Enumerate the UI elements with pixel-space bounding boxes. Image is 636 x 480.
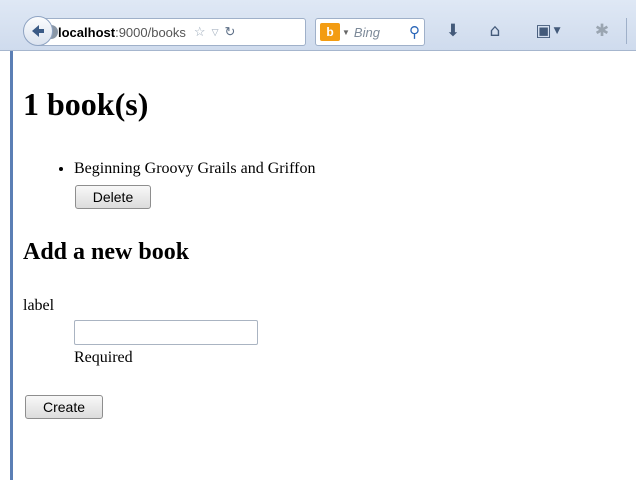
back-button[interactable] (23, 16, 53, 46)
bookmarks-menu-icon[interactable]: ▣ ▼ (528, 20, 568, 42)
create-button[interactable]: Create (25, 395, 103, 419)
url-host: localhost (58, 24, 116, 40)
list-item: Beginning Groovy Grails and Griffon (74, 158, 315, 180)
required-hint: Required (74, 349, 133, 366)
toolbar-separator (626, 18, 627, 44)
window-left-border (10, 0, 13, 480)
book-title: Beginning Groovy Grails and Griffon (74, 160, 316, 177)
search-box[interactable]: b ▼ Bing ⚲ (315, 18, 425, 46)
addon-icon[interactable]: ✱ (590, 20, 614, 42)
search-engine-icon[interactable]: b (320, 23, 340, 41)
book-list: Beginning Groovy Grails and Griffon (48, 158, 315, 180)
back-arrow-icon (32, 25, 44, 37)
address-bar[interactable]: localhost:9000/books ☆ ▽ ↻ (38, 18, 306, 46)
search-go-icon[interactable]: ⚲ (409, 23, 420, 41)
browser-toolbar: localhost:9000/books ☆ ▽ ↻ b ▼ Bing ⚲ ⬇ … (0, 0, 636, 51)
home-icon[interactable]: ⌂ (483, 20, 507, 42)
label-input[interactable] (74, 320, 258, 345)
history-dropdown-icon[interactable]: ▽ (212, 27, 219, 38)
download-icon[interactable]: ⬇ (442, 20, 464, 42)
delete-button[interactable]: Delete (75, 185, 151, 209)
reload-icon[interactable]: ↻ (225, 24, 236, 40)
bookmark-star-icon[interactable]: ☆ (194, 24, 206, 40)
add-book-heading: Add a new book (23, 239, 190, 265)
url-path: :9000/books (115, 24, 186, 40)
label-field-label: label (23, 297, 55, 314)
books-count-heading: 1 book(s) (23, 86, 149, 122)
search-input[interactable]: Bing (354, 25, 380, 40)
engine-dropdown-icon[interactable]: ▼ (342, 28, 350, 37)
